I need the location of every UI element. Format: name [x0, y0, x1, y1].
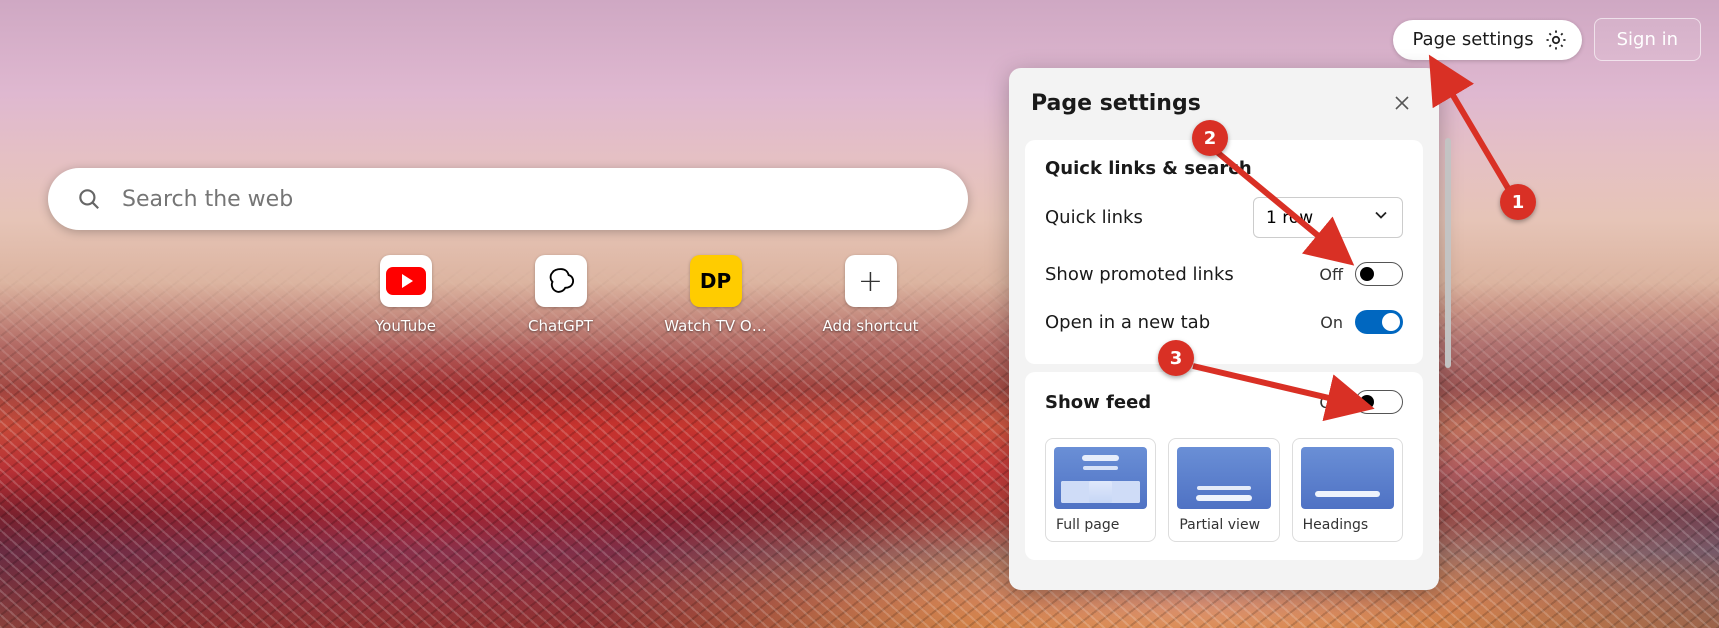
setting-label: Open in a new tab — [1045, 312, 1210, 333]
sign-in-label: Sign in — [1617, 29, 1678, 50]
annotation-arrow-3 — [1185, 358, 1375, 428]
layout-headings[interactable]: Headings — [1292, 438, 1403, 542]
dp-icon: DP — [690, 255, 742, 307]
layout-full-page[interactable]: Full page — [1045, 438, 1156, 542]
panel-title: Page settings — [1031, 91, 1201, 116]
quick-links-row: YouTube ChatGPT DP Watch TV O… + Add sho… — [358, 255, 918, 335]
search-input[interactable] — [122, 187, 940, 212]
shortcut-chatgpt[interactable]: ChatGPT — [513, 255, 608, 335]
setting-label: Show feed — [1045, 392, 1151, 413]
toggle-state-text: On — [1320, 313, 1343, 332]
setting-label: Quick links — [1045, 207, 1143, 228]
search-icon — [76, 186, 102, 212]
chatgpt-icon — [535, 255, 587, 307]
gear-icon — [1544, 28, 1568, 52]
chevron-down-icon — [1372, 206, 1390, 229]
open-new-tab-setting: Open in a new tab On — [1045, 298, 1403, 346]
close-panel-button[interactable] — [1387, 88, 1417, 118]
plus-icon: + — [845, 255, 897, 307]
shortcut-watchtv[interactable]: DP Watch TV O… — [668, 255, 763, 335]
annotation-callout-2: 2 — [1192, 120, 1228, 156]
page-settings-label: Page settings — [1413, 29, 1534, 50]
youtube-icon — [380, 255, 432, 307]
page-settings-button[interactable]: Page settings — [1393, 20, 1582, 60]
annotation-callout-1: 1 — [1500, 184, 1536, 220]
annotation-arrow-2 — [1205, 140, 1365, 280]
layout-thumbnail — [1177, 447, 1270, 509]
sign-in-button[interactable]: Sign in — [1594, 18, 1701, 61]
add-shortcut-button[interactable]: + Add shortcut — [823, 255, 918, 335]
layout-thumbnail — [1301, 447, 1394, 509]
shortcut-label: Add shortcut — [823, 317, 919, 335]
annotation-callout-3: 3 — [1158, 340, 1194, 376]
search-bar[interactable] — [48, 168, 968, 230]
panel-header: Page settings — [1009, 88, 1439, 132]
layout-partial-view[interactable]: Partial view — [1168, 438, 1279, 542]
feed-layout-options: Full page Partial view Headings — [1045, 438, 1403, 542]
close-icon — [1393, 94, 1411, 112]
open-new-tab-toggle[interactable] — [1355, 310, 1403, 334]
layout-label: Full page — [1054, 517, 1147, 533]
layout-label: Partial view — [1177, 517, 1270, 533]
layout-label: Headings — [1301, 517, 1394, 533]
new-tab-page: Page settings Sign in YouTube — [0, 0, 1719, 628]
shortcut-label: Watch TV O… — [664, 317, 766, 335]
layout-thumbnail — [1054, 447, 1147, 509]
shortcut-label: YouTube — [375, 317, 436, 335]
shortcut-youtube[interactable]: YouTube — [358, 255, 453, 335]
shortcut-label: ChatGPT — [528, 317, 593, 335]
